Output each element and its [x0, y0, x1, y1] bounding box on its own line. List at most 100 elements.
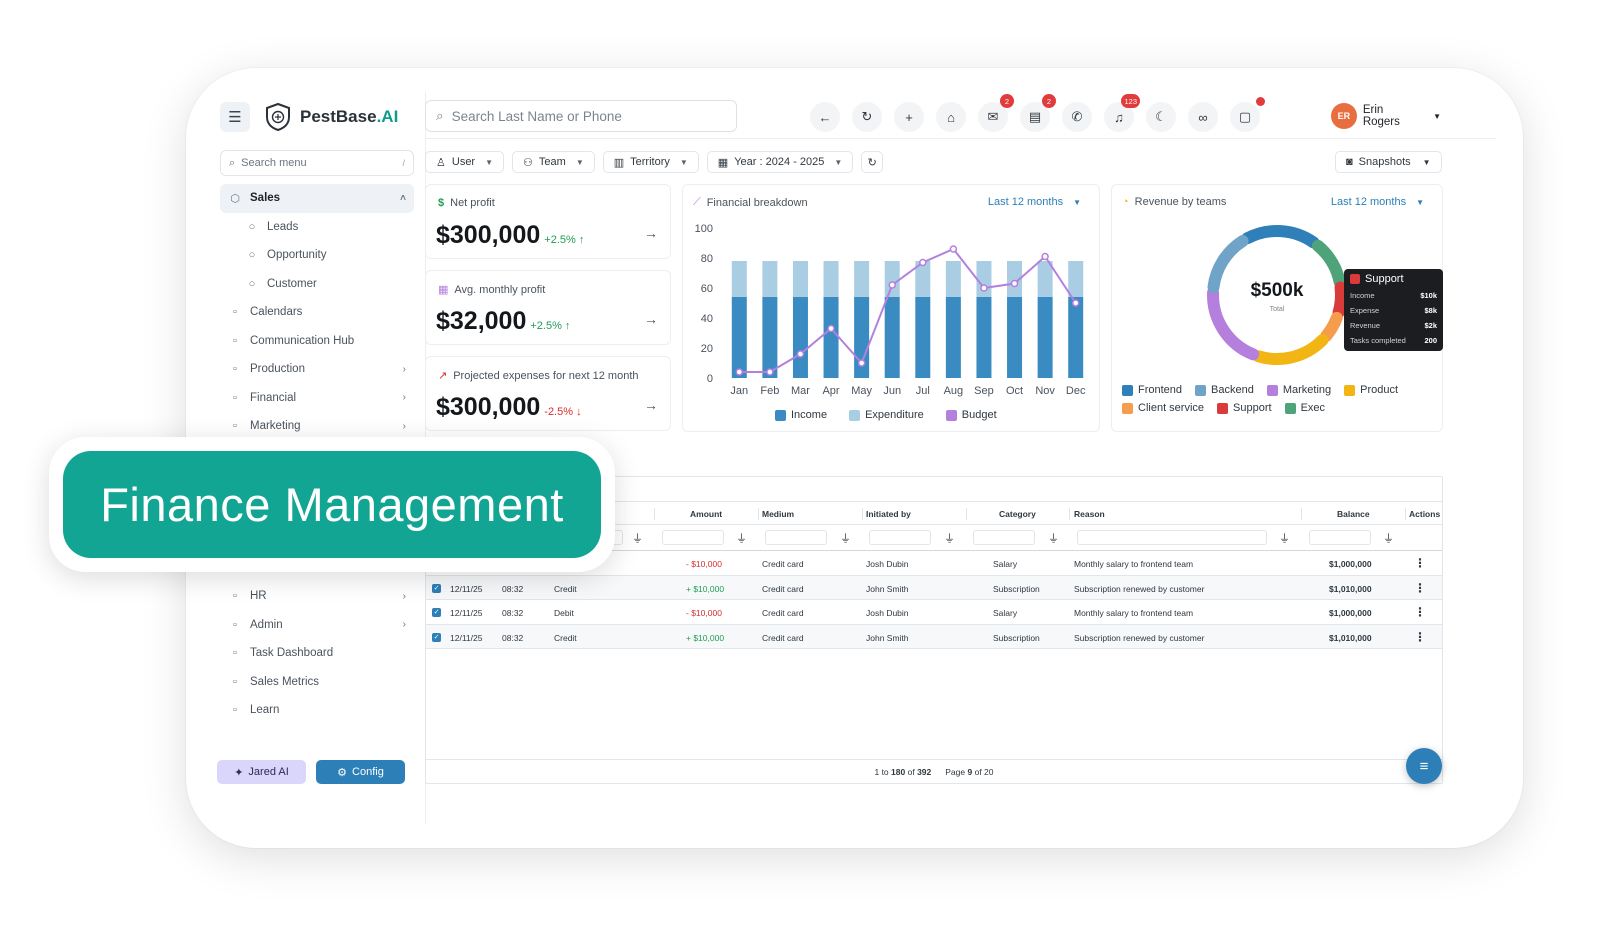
column-filter-input[interactable] — [765, 530, 827, 545]
legend-item[interactable]: Marketing — [1266, 384, 1331, 396]
calendar-button[interactable]: ▢ — [1230, 97, 1265, 132]
column-filter-input[interactable] — [973, 530, 1035, 545]
phone-button[interactable]: ✆ — [1062, 102, 1092, 132]
sidebar-item-task-dashboard[interactable]: ▫ Task Dashboard — [220, 639, 414, 668]
sidebar-item-production[interactable]: ▫ Production › — [220, 355, 414, 384]
theme-toggle-button[interactable]: ☾ — [1146, 102, 1176, 132]
column-filter-input[interactable] — [662, 530, 724, 545]
legend-item[interactable]: Income — [775, 409, 827, 421]
header-initiated-by[interactable]: Initiated by — [866, 509, 911, 519]
legend-item[interactable]: Backend — [1195, 384, 1254, 396]
chevron-right-icon: › — [402, 363, 406, 375]
row-actions-icon[interactable]: ⋮ — [1414, 605, 1426, 619]
add-button[interactable]: + — [894, 102, 924, 132]
row-checkbox[interactable]: ✓ — [432, 583, 441, 593]
donut-slice-product[interactable] — [1252, 334, 1329, 365]
refresh-button[interactable]: ↻ — [852, 102, 882, 132]
bar-expenditure — [1068, 261, 1084, 297]
table-row[interactable]: ✓ 12/11/25 08:32 Credit + $10,000 Credit card… — [426, 575, 1442, 600]
legend-item[interactable]: Client service — [1122, 402, 1204, 414]
header-reason[interactable]: Reason — [1074, 509, 1105, 519]
kpi-card-avg-monthly-profit[interactable]: ▦ Avg. monthly profit $32,000 +2.5% ↑ → — [425, 270, 671, 345]
row-actions-icon[interactable]: ⋮ — [1414, 630, 1426, 644]
search-menu-input[interactable]: ⌕ Search menu / — [220, 150, 414, 176]
search-icon: ⌕ — [229, 156, 236, 169]
donut-slice-frontend[interactable] — [1241, 225, 1320, 249]
x-tick-label: Mar — [791, 385, 810, 397]
arrow-right-icon[interactable]: → — [644, 225, 658, 241]
header-medium[interactable]: Medium — [762, 509, 794, 519]
filter-funnel-icon[interactable]: ⏚ — [1048, 530, 1059, 546]
messages-button[interactable]: ▤ 2 — [1020, 94, 1056, 132]
filter-funnel-icon[interactable]: ⏚ — [840, 530, 851, 546]
header-amount[interactable]: Amount — [690, 509, 722, 519]
home-button[interactable]: ⌂ — [936, 102, 966, 132]
filter-funnel-icon[interactable]: ⏚ — [1279, 530, 1290, 546]
legend-item[interactable]: Exec — [1284, 402, 1326, 414]
sidebar-item-customer[interactable]: ○ Customer — [220, 270, 414, 299]
row-checkbox[interactable]: ✓ — [432, 608, 441, 617]
arrow-right-icon[interactable]: → — [644, 311, 658, 327]
legend-item[interactable]: Product — [1344, 384, 1398, 396]
sidebar-item-sales[interactable]: ⬡ Sales ˄ — [220, 184, 414, 213]
kpi-card-net-profit[interactable]: $ Net profit $300,000 +2.5% ↑ → — [425, 184, 671, 259]
column-filter-input[interactable] — [1077, 530, 1267, 545]
arrow-right-icon[interactable]: → — [644, 397, 658, 413]
notifications-button[interactable]: ♫ 123 — [1104, 94, 1140, 132]
sidebar-item-hr[interactable]: ▫ HR › — [220, 582, 414, 611]
cell-reason: Monthly salary to frontend team — [1074, 559, 1194, 569]
row-checkbox[interactable]: ✓ — [432, 632, 441, 642]
reset-filters-button[interactable]: ↻ — [861, 151, 884, 173]
sidebar-item-opportunity[interactable]: ○ Opportunity — [220, 241, 414, 270]
filter-funnel-icon[interactable]: ⏚ — [736, 530, 747, 546]
back-button[interactable]: ← — [810, 102, 840, 132]
global-search-placeholder: Search Last Name or Phone — [451, 108, 622, 124]
sidebar-item-financial[interactable]: ▫ Financial › — [220, 384, 414, 413]
sidebar-item-sales-metrics[interactable]: ▫ Sales Metrics — [220, 668, 414, 697]
table-row[interactable]: ✓ 12/11/25 08:32 Debit - $10,000 Credit card J… — [426, 600, 1442, 625]
filter-funnel-icon[interactable]: ⏚ — [1383, 530, 1394, 546]
legend-label: Exec — [1300, 402, 1326, 414]
header-balance[interactable]: Balance — [1337, 509, 1370, 519]
filter-funnel-icon[interactable]: ⏚ — [944, 530, 955, 546]
range-dropdown[interactable]: Last 12 months ▼ — [988, 196, 1081, 208]
config-button[interactable]: ⚙ Config — [316, 760, 405, 784]
sidebar-item-leads[interactable]: ○ Leads — [220, 213, 414, 242]
column-filter-input[interactable] — [869, 530, 931, 545]
user-menu[interactable]: ER Erin Rogers ▼ — [1331, 101, 1441, 131]
sidebar-item-learn[interactable]: ▫ Learn — [220, 696, 414, 725]
cell-category: Salary — [993, 608, 1018, 618]
accessibility-button[interactable]: ∞ — [1188, 102, 1218, 132]
menu-collapse-button[interactable]: ☰ — [220, 102, 250, 132]
legend-item[interactable]: Frontend — [1122, 384, 1182, 396]
legend-item[interactable]: Budget — [945, 409, 997, 421]
budget-point — [827, 324, 835, 333]
legend-item[interactable]: Support — [1217, 402, 1272, 414]
user-filter[interactable]: ♙ User ▼ — [425, 151, 505, 173]
column-filter-input[interactable] — [1309, 530, 1371, 545]
year-filter[interactable]: ▦ Year : 2024 - 2025 ▼ — [706, 151, 854, 173]
floating-menu-button[interactable]: ≡ — [1406, 748, 1442, 784]
global-search-input[interactable]: ⌕ Search Last Name or Phone — [425, 100, 737, 132]
team-filter[interactable]: ⚇ Team ▼ — [512, 151, 595, 173]
territory-filter[interactable]: ▥ Territory ▼ — [602, 151, 699, 173]
snapshots-dropdown[interactable]: ◙ Snapshots ▼ — [1335, 151, 1442, 173]
range-dropdown[interactable]: Last 12 months ▼ — [1331, 196, 1424, 208]
donut-slice-client-service[interactable] — [1320, 311, 1343, 342]
table-row[interactable]: ✓ 12/11/25 08:32 Credit + $10,000 Credit card… — [426, 624, 1442, 649]
cell-category: Subscription — [993, 632, 1040, 643]
jared-ai-button[interactable]: ✦ Jared AI — [217, 760, 306, 784]
row-actions-icon[interactable]: ⋮ — [1414, 581, 1426, 595]
row-actions-icon[interactable]: ⋮ — [1414, 556, 1426, 570]
page-indicator[interactable]: Page 9 of 20 — [945, 767, 993, 777]
mail-button[interactable]: ✉ 2 — [978, 94, 1014, 132]
sidebar-item-communication-hub[interactable]: ▫ Communication Hub — [220, 327, 414, 356]
sidebar-item-admin[interactable]: ▫ Admin › — [220, 611, 414, 640]
sidebar-item-calendars[interactable]: ▫ Calendars — [220, 298, 414, 327]
legend-item[interactable]: Expenditure — [849, 409, 924, 421]
logo[interactable]: PestBase.AI — [264, 102, 398, 132]
header-category[interactable]: Category — [999, 509, 1036, 519]
donut-slice-exec[interactable] — [1311, 239, 1346, 288]
filter-funnel-icon[interactable]: ⏚ — [632, 530, 643, 546]
kpi-card-projected-expenses[interactable]: ↗ Projected expenses for next 12 month $3… — [425, 356, 671, 431]
